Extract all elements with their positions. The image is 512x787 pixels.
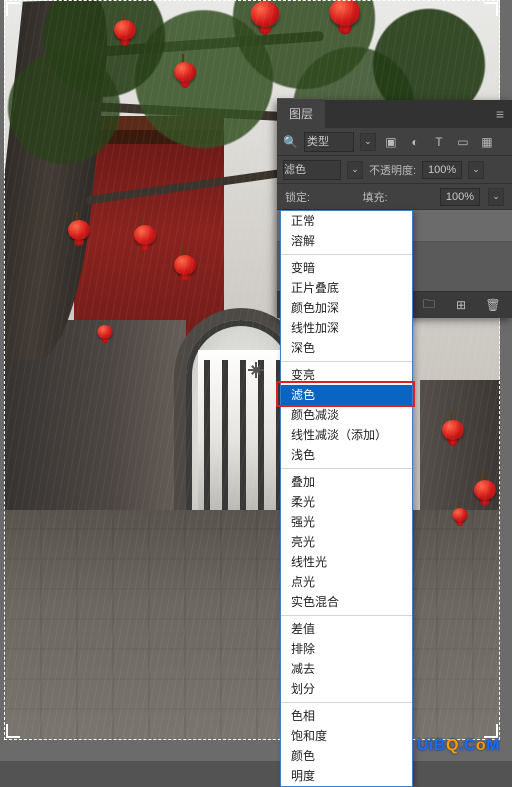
crop-handle-tr[interactable] [484,2,498,16]
blend-mode-option[interactable]: 色相 [281,706,412,726]
blend-mode-option[interactable]: 颜色 [281,746,412,766]
move-cursor-icon [248,362,264,378]
blend-mode-option[interactable]: 滤色 [281,385,412,405]
search-icon: 🔍 [283,135,298,149]
blend-mode-option[interactable]: 叠加 [281,472,412,492]
blend-mode-option[interactable]: 划分 [281,679,412,699]
fill-value[interactable]: 100% [440,188,480,206]
fill-label: 填充: [363,189,388,205]
blend-mode-select[interactable]: 滤色 [283,160,341,180]
smart-filter-icon[interactable]: ▦ [478,133,496,151]
blend-mode-option[interactable]: 线性光 [281,552,412,572]
lock-fill-row: 锁定: 填充: 100% ⌄ [277,184,512,210]
blend-mode-option[interactable]: 正片叠底 [281,278,412,298]
panel-tabbar: 图层 ≡ [277,100,512,128]
chevron-down-icon[interactable]: ⌄ [488,188,504,206]
image-filter-icon[interactable]: ▣ [382,133,400,151]
type-filter-icon[interactable]: T [430,133,448,151]
layer-filter-row: 🔍 类型 ⌄ ▣ ◐ T ▭ ▦ [277,128,512,156]
blend-mode-option[interactable]: 变亮 [281,365,412,385]
watermark-text: UiBQ.CoM [417,737,500,755]
panel-menu-icon[interactable]: ≡ [488,106,512,122]
blend-mode-option[interactable]: 颜色加深 [281,298,412,318]
dropdown-separator [281,361,412,362]
adjustment-filter-icon[interactable]: ◐ [406,133,424,151]
lock-label: 锁定: [285,189,310,205]
blend-mode-option[interactable]: 实色混合 [281,592,412,612]
blend-mode-option[interactable]: 深色 [281,338,412,358]
blend-mode-option[interactable]: 正常 [281,211,412,231]
blend-mode-option[interactable]: 柔光 [281,492,412,512]
folder-icon[interactable]: 🗀 [420,296,438,314]
blend-mode-option[interactable]: 浅色 [281,445,412,465]
new-layer-icon[interactable]: ⊞ [452,296,470,314]
blend-mode-option[interactable]: 明度 [281,766,412,786]
blend-mode-option[interactable]: 溶解 [281,231,412,251]
blend-mode-option[interactable]: 线性减淡（添加） [281,425,412,445]
trash-icon[interactable]: 🗑 [484,296,502,314]
blend-mode-option[interactable]: 排除 [281,639,412,659]
dropdown-separator [281,254,412,255]
crop-handle-br[interactable] [484,724,498,738]
chevron-down-icon[interactable]: ⌄ [347,161,363,179]
blend-mode-dropdown[interactable]: 正常溶解变暗正片叠底颜色加深线性加深深色变亮滤色颜色减淡线性减淡（添加）浅色叠加… [280,210,413,787]
blend-mode-option[interactable]: 饱和度 [281,726,412,746]
blend-mode-option[interactable]: 亮光 [281,532,412,552]
blend-mode-option[interactable]: 线性加深 [281,318,412,338]
blend-mode-option[interactable]: 变暗 [281,258,412,278]
filter-type-select[interactable]: 类型 [304,132,354,152]
dropdown-separator [281,615,412,616]
blend-mode-option[interactable]: 颜色减淡 [281,405,412,425]
opacity-value[interactable]: 100% [422,161,462,179]
crop-handle-bl[interactable] [6,724,20,738]
shape-filter-icon[interactable]: ▭ [454,133,472,151]
chevron-down-icon[interactable]: ⌄ [360,133,376,151]
chevron-down-icon[interactable]: ⌄ [468,161,484,179]
blend-opacity-row: 滤色 ⌄ 不透明度: 100% ⌄ [277,156,512,184]
blend-mode-option[interactable]: 点光 [281,572,412,592]
tab-layers[interactable]: 图层 [277,98,325,128]
dropdown-separator [281,702,412,703]
crop-handle-tl[interactable] [6,2,20,16]
blend-mode-option[interactable]: 差值 [281,619,412,639]
opacity-label: 不透明度: [369,162,416,178]
blend-mode-option[interactable]: 强光 [281,512,412,532]
dropdown-separator [281,468,412,469]
blend-mode-option[interactable]: 减去 [281,659,412,679]
